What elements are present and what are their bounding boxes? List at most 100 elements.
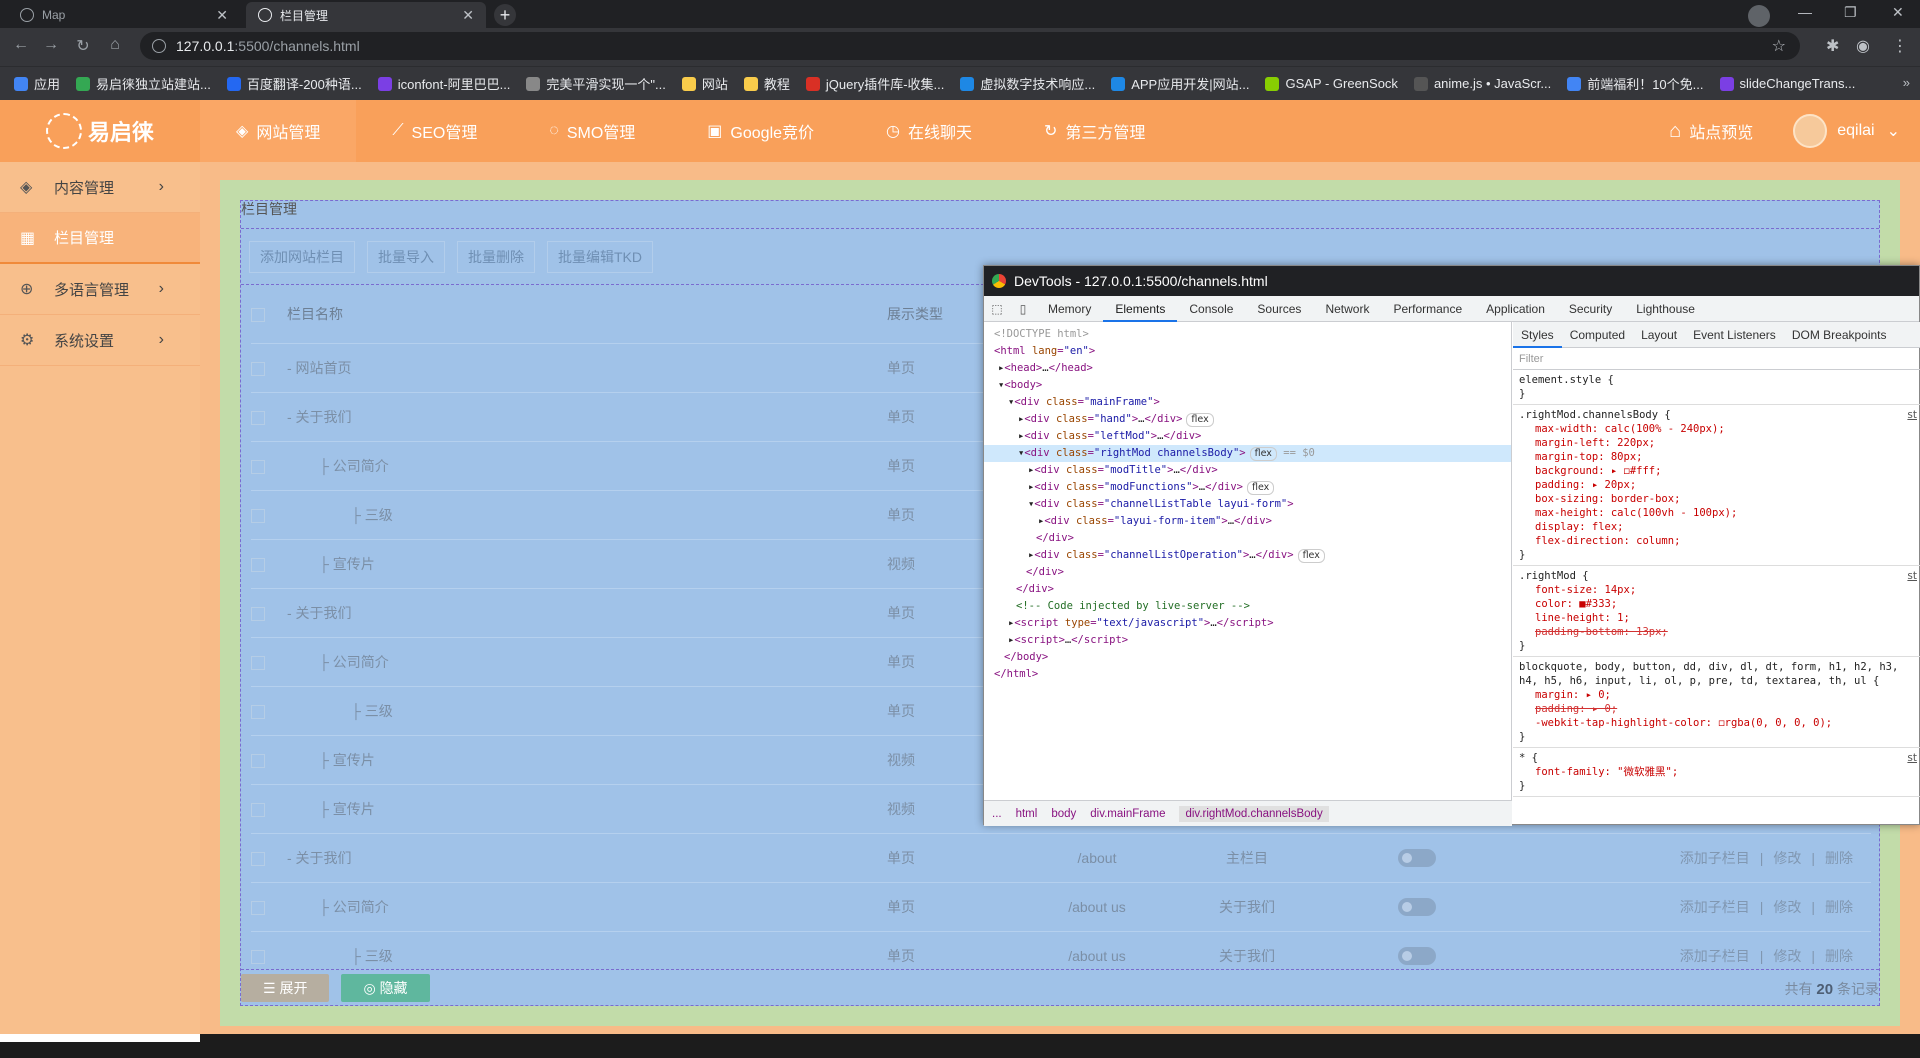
- devtools-tab[interactable]: Lighthouse: [1624, 296, 1707, 322]
- add-child-link[interactable]: 添加子栏目: [1680, 948, 1750, 964]
- bookmark-item[interactable]: 应用: [14, 74, 60, 93]
- add-child-link[interactable]: 添加子栏目: [1680, 899, 1750, 915]
- nav-item[interactable]: ◈ 网站管理: [200, 100, 357, 162]
- channel-name[interactable]: - 关于我们: [287, 833, 887, 883]
- css-property[interactable]: background: ▸ ◻#fff;: [1535, 464, 1920, 478]
- edit-link[interactable]: 修改: [1773, 850, 1801, 866]
- row-checkbox[interactable]: [251, 459, 265, 474]
- sidebar-item[interactable]: ⚙ 系统设置 ›: [0, 315, 200, 366]
- account-icon[interactable]: ◉: [1856, 36, 1870, 56]
- browser-tab-channels[interactable]: 栏目管理 ✕: [246, 2, 486, 28]
- nav-item[interactable]: ◷ 在线聊天: [850, 100, 1008, 162]
- devtools-tab[interactable]: Memory: [1036, 296, 1103, 322]
- row-checkbox[interactable]: [251, 606, 265, 621]
- function-button[interactable]: 批量编辑TKD: [547, 240, 653, 273]
- css-property[interactable]: -webkit-tap-highlight-color: ◻rgba(0, 0,…: [1535, 716, 1920, 730]
- nav-item[interactable]: ↻ 第三方管理: [1008, 100, 1181, 162]
- row-checkbox[interactable]: [251, 753, 265, 768]
- channel-name[interactable]: ├ 公司简介: [287, 441, 887, 491]
- back-icon[interactable]: ←: [10, 36, 32, 54]
- nav-item[interactable]: ▣ Google竞价: [671, 100, 850, 162]
- profile-icon[interactable]: [1748, 5, 1770, 27]
- css-property[interactable]: line-height: 1;: [1535, 611, 1920, 625]
- bookmark-item[interactable]: 百度翻译-200种语...: [226, 74, 362, 93]
- reload-icon[interactable]: ↻: [72, 36, 94, 56]
- more-bookmarks-icon[interactable]: »: [1903, 75, 1910, 90]
- devtools-tab[interactable]: Console: [1177, 296, 1245, 322]
- css-property[interactable]: max-width: calc(100% - 240px);: [1535, 422, 1920, 436]
- visibility-toggle[interactable]: [1398, 897, 1436, 916]
- bookmark-item[interactable]: jQuery插件库-收集...: [805, 74, 944, 93]
- css-property[interactable]: margin-left: 220px;: [1535, 436, 1920, 450]
- function-button[interactable]: 添加网站栏目: [249, 240, 355, 273]
- devtools-tab[interactable]: Performance: [1381, 296, 1474, 322]
- css-property[interactable]: padding: ▸ 20px;: [1535, 478, 1920, 492]
- logo[interactable]: 易启徕: [0, 100, 200, 162]
- hide-button[interactable]: ◎ 隐藏: [341, 973, 430, 1002]
- close-icon[interactable]: ✕: [216, 7, 228, 24]
- nav-item[interactable]: ◌ SMO管理: [513, 100, 671, 162]
- select-all-checkbox[interactable]: [251, 307, 265, 322]
- elements-panel[interactable]: <!DOCTYPE html> <html lang="en"> ▸<head>…: [984, 322, 1512, 800]
- bookmark-item[interactable]: 完美平滑实现一个"...: [526, 74, 666, 93]
- breadcrumb-item[interactable]: html: [1016, 808, 1038, 820]
- channel-name[interactable]: ├ 公司简介: [287, 637, 887, 687]
- visibility-toggle[interactable]: [1398, 946, 1436, 965]
- row-checkbox[interactable]: [251, 361, 265, 376]
- minimize-icon[interactable]: —: [1798, 4, 1812, 20]
- url-input[interactable]: 127.0.0.1:5500/channels.html ☆: [140, 32, 1800, 60]
- bookmark-item[interactable]: 网站: [681, 74, 728, 93]
- expand-button[interactable]: ☰ 展开: [241, 973, 330, 1002]
- row-checkbox[interactable]: [251, 704, 265, 719]
- sidebar-item[interactable]: ⊕ 多语言管理 ›: [0, 264, 200, 315]
- channel-name[interactable]: - 关于我们: [287, 392, 887, 442]
- breadcrumb-item[interactable]: div.mainFrame: [1090, 808, 1165, 820]
- function-button[interactable]: 批量删除: [457, 240, 535, 273]
- css-property[interactable]: padding-bottom: 13px;: [1535, 625, 1920, 639]
- css-property[interactable]: box-sizing: border-box;: [1535, 492, 1920, 506]
- restore-icon[interactable]: ❐: [1844, 4, 1857, 21]
- visibility-toggle[interactable]: [1398, 848, 1436, 867]
- chevron-down-icon[interactable]: ⌄: [1887, 121, 1900, 141]
- css-property[interactable]: font-family: "微软雅黑";: [1535, 765, 1920, 779]
- bookmark-item[interactable]: slideChangeTrans...: [1719, 76, 1855, 91]
- bookmark-item[interactable]: 前端福利！10个免...: [1567, 74, 1704, 93]
- edit-link[interactable]: 修改: [1773, 948, 1801, 964]
- sidebar-item[interactable]: ▦ 栏目管理: [0, 213, 200, 264]
- channel-name[interactable]: ├ 三级: [287, 490, 887, 540]
- row-checkbox[interactable]: [251, 557, 265, 572]
- home-icon[interactable]: ⌂: [104, 36, 126, 54]
- channel-name[interactable]: - 关于我们: [287, 588, 887, 638]
- add-child-link[interactable]: 添加子栏目: [1680, 850, 1750, 866]
- styles-filter-input[interactable]: Filter: [1513, 348, 1920, 370]
- styles-tab[interactable]: Layout: [1633, 328, 1685, 342]
- new-tab-button[interactable]: +: [494, 4, 516, 26]
- extensions-icon[interactable]: ✱: [1826, 36, 1839, 56]
- css-property[interactable]: color: ■#333;: [1535, 597, 1920, 611]
- styles-tab[interactable]: Event Listeners: [1685, 328, 1784, 342]
- delete-link[interactable]: 删除: [1825, 899, 1853, 915]
- sidebar-item[interactable]: ◈ 内容管理 ›: [0, 162, 200, 213]
- css-property[interactable]: font-size: 14px;: [1535, 583, 1920, 597]
- css-property[interactable]: padding: ▸ 0;: [1535, 702, 1920, 716]
- devtools-tab[interactable]: Network: [1313, 296, 1381, 322]
- bookmark-item[interactable]: iconfont-阿里巴巴...: [377, 74, 510, 93]
- close-icon[interactable]: ✕: [462, 7, 474, 24]
- function-button[interactable]: 批量导入: [367, 240, 445, 273]
- breadcrumb-item[interactable]: body: [1051, 808, 1076, 820]
- channel-name[interactable]: ├ 宣传片: [287, 539, 887, 589]
- row-checkbox[interactable]: [251, 851, 265, 866]
- channel-name[interactable]: ├ 宣传片: [287, 784, 887, 834]
- styles-tab[interactable]: DOM Breakpoints: [1784, 328, 1895, 342]
- delete-link[interactable]: 删除: [1825, 850, 1853, 866]
- browser-tab-map[interactable]: Map ✕: [8, 2, 240, 28]
- forward-icon[interactable]: →: [40, 36, 62, 54]
- devtools-tab[interactable]: Application: [1474, 296, 1557, 322]
- bookmark-item[interactable]: GSAP - GreenSock: [1265, 76, 1398, 91]
- css-property[interactable]: margin: ▸ 0;: [1535, 688, 1920, 702]
- styles-tab[interactable]: Styles: [1513, 322, 1562, 348]
- nav-item[interactable]: ⟋ SEO管理: [356, 100, 513, 162]
- bookmark-item[interactable]: 虚拟数字技术响应...: [960, 74, 1095, 93]
- row-checkbox[interactable]: [251, 508, 265, 523]
- row-checkbox[interactable]: [251, 900, 265, 915]
